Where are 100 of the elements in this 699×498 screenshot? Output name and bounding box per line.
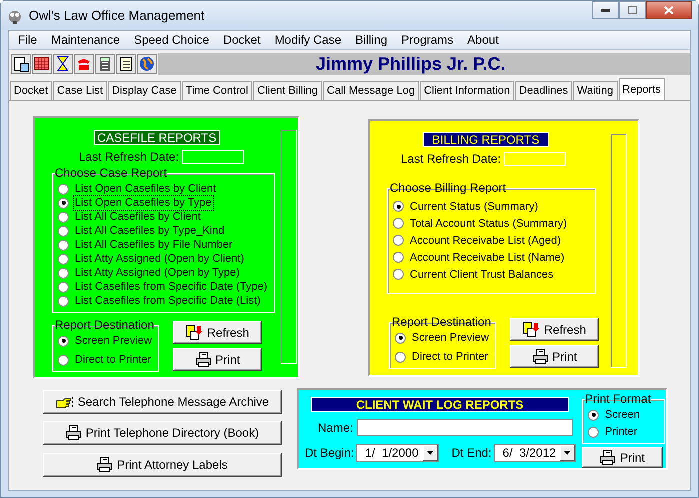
- close-button[interactable]: [646, 1, 692, 19]
- maximize-icon: [628, 6, 637, 14]
- firm-name: Jimmy Phillips Jr. P.C.: [158, 53, 690, 75]
- refresh-icon: [186, 324, 204, 340]
- section-title: CLIENT WAIT LOG REPORTS: [311, 397, 569, 412]
- option-label: Direct to Printer: [411, 350, 490, 365]
- pointing-hand-icon: [56, 396, 74, 408]
- tab[interactable]: Client Information: [420, 81, 514, 100]
- radio-button[interactable]: [58, 354, 69, 366]
- tab[interactable]: Client Billing: [253, 81, 322, 100]
- window-title: Owl's Law Office Management: [29, 8, 206, 23]
- radio-button[interactable]: [588, 410, 600, 420]
- option-label: List Open Casefiles by Client: [74, 182, 218, 197]
- tab[interactable]: Time Control: [182, 81, 252, 100]
- radio-button[interactable]: [588, 426, 600, 438]
- toolbar-button[interactable]: [95, 54, 115, 74]
- refresh-icon: [523, 322, 540, 338]
- hourglass-icon: [55, 56, 71, 72]
- radio-button[interactable]: [58, 240, 69, 250]
- printer-icon: [97, 457, 114, 473]
- printer-icon: [66, 425, 82, 441]
- tab[interactable]: Case List: [53, 81, 108, 100]
- date-dropdown[interactable]: 1/ 1/2000: [356, 444, 439, 462]
- radio-button[interactable]: [58, 336, 69, 346]
- option-label: Screen: [604, 408, 642, 423]
- minimize-button[interactable]: [592, 1, 619, 19]
- radio-button[interactable]: [58, 282, 69, 292]
- print-button[interactable]: Print Telephone Directory (Book): [43, 421, 282, 445]
- option-label: Current Client Trust Balances: [409, 268, 555, 282]
- dropdown-arrow-icon: [426, 451, 434, 455]
- date-dropdown[interactable]: 6/ 3/2012: [494, 444, 576, 462]
- menu-item[interactable]: Speed Choice: [127, 33, 216, 47]
- printer-icon: [532, 348, 549, 364]
- tab[interactable]: Call Message Log: [323, 81, 420, 100]
- globe-icon: [139, 56, 155, 72]
- menu-item[interactable]: About: [460, 33, 506, 47]
- field-label: Name:: [318, 420, 354, 434]
- date-field[interactable]: [504, 152, 566, 166]
- refresh-button[interactable]: Refresh: [510, 318, 600, 341]
- maximize-button[interactable]: [619, 1, 646, 19]
- menu-item[interactable]: Docket: [216, 33, 268, 47]
- radio-button[interactable]: [393, 252, 404, 263]
- radio-button[interactable]: [395, 332, 406, 344]
- option-label: List Open Casefiles by Type: [73, 195, 214, 211]
- radio-button[interactable]: [393, 218, 404, 229]
- menu-item[interactable]: Billing: [348, 33, 395, 47]
- radio-button[interactable]: [58, 296, 69, 306]
- menu-item[interactable]: Maintenance: [44, 33, 128, 47]
- calendar-icon: [34, 56, 50, 72]
- dropdown-arrow-icon: [564, 451, 572, 455]
- close-icon: [664, 6, 674, 14]
- toolbar-button[interactable]: [11, 54, 31, 74]
- menu-item[interactable]: Programs: [394, 33, 461, 47]
- field-label: Dt Begin:: [305, 446, 354, 460]
- refresh-button[interactable]: Refresh: [173, 321, 262, 344]
- minimize-icon: [601, 8, 610, 12]
- radio-button[interactable]: [58, 184, 69, 194]
- section-title: BILLING REPORTS: [423, 132, 549, 147]
- option-label: List Atty Assigned (Open by Client): [74, 252, 246, 267]
- option-label: List All Casefiles by Client: [74, 210, 202, 225]
- field-label: Last Refresh Date:: [401, 152, 502, 166]
- radio-button[interactable]: [58, 226, 69, 236]
- radio-button[interactable]: [58, 212, 69, 222]
- option-label: List Atty Assigned (Open by Type): [74, 266, 241, 281]
- printer-icon: [600, 450, 616, 466]
- option-label: List Casefiles from Specific Date (Type): [74, 280, 269, 295]
- toolbar-button[interactable]: [53, 54, 73, 74]
- tab[interactable]: Reports: [618, 78, 666, 100]
- section-title: CASEFILE REPORTS: [94, 130, 220, 145]
- radio-button[interactable]: [395, 352, 406, 362]
- tab[interactable]: Deadlines: [515, 81, 572, 100]
- print-button[interactable]: Print: [582, 447, 664, 468]
- search-button[interactable]: Search Telephone Message Archive: [43, 390, 282, 414]
- radio-button[interactable]: [58, 268, 69, 278]
- tab[interactable]: Docket: [10, 81, 52, 100]
- option-label: Total Account Status (Summary): [409, 216, 568, 232]
- radio-button[interactable]: [58, 198, 69, 208]
- option-label: List All Casefiles by Type_Kind: [74, 224, 226, 239]
- name-field[interactable]: [357, 419, 574, 436]
- tab[interactable]: Display Case: [108, 81, 181, 100]
- toolbar-button[interactable]: [116, 54, 136, 74]
- option-label: Account Receivabe List (Name): [409, 250, 566, 266]
- field-label: Dt End:: [452, 446, 492, 460]
- tab[interactable]: Waiting: [573, 81, 618, 100]
- radio-button[interactable]: [393, 235, 404, 246]
- option-label: Screen Preview: [411, 331, 490, 346]
- print-button[interactable]: Print: [510, 345, 600, 368]
- print-button[interactable]: Print: [173, 348, 262, 371]
- printer-icon: [196, 352, 212, 368]
- menu-item[interactable]: Modify Case: [268, 33, 349, 47]
- option-label: List Casefiles from Specific Date (List): [74, 294, 262, 309]
- print-button[interactable]: Print Attorney Labels: [43, 453, 282, 477]
- radio-button[interactable]: [58, 254, 69, 264]
- date-field[interactable]: [182, 150, 244, 164]
- menu-item[interactable]: File: [11, 33, 44, 47]
- option-label: Account Receivabe List (Aged): [409, 234, 562, 248]
- toolbar-button[interactable]: [32, 54, 52, 74]
- radio-button[interactable]: [393, 201, 404, 212]
- radio-button[interactable]: [393, 269, 404, 280]
- notepad-icon: [118, 56, 134, 72]
